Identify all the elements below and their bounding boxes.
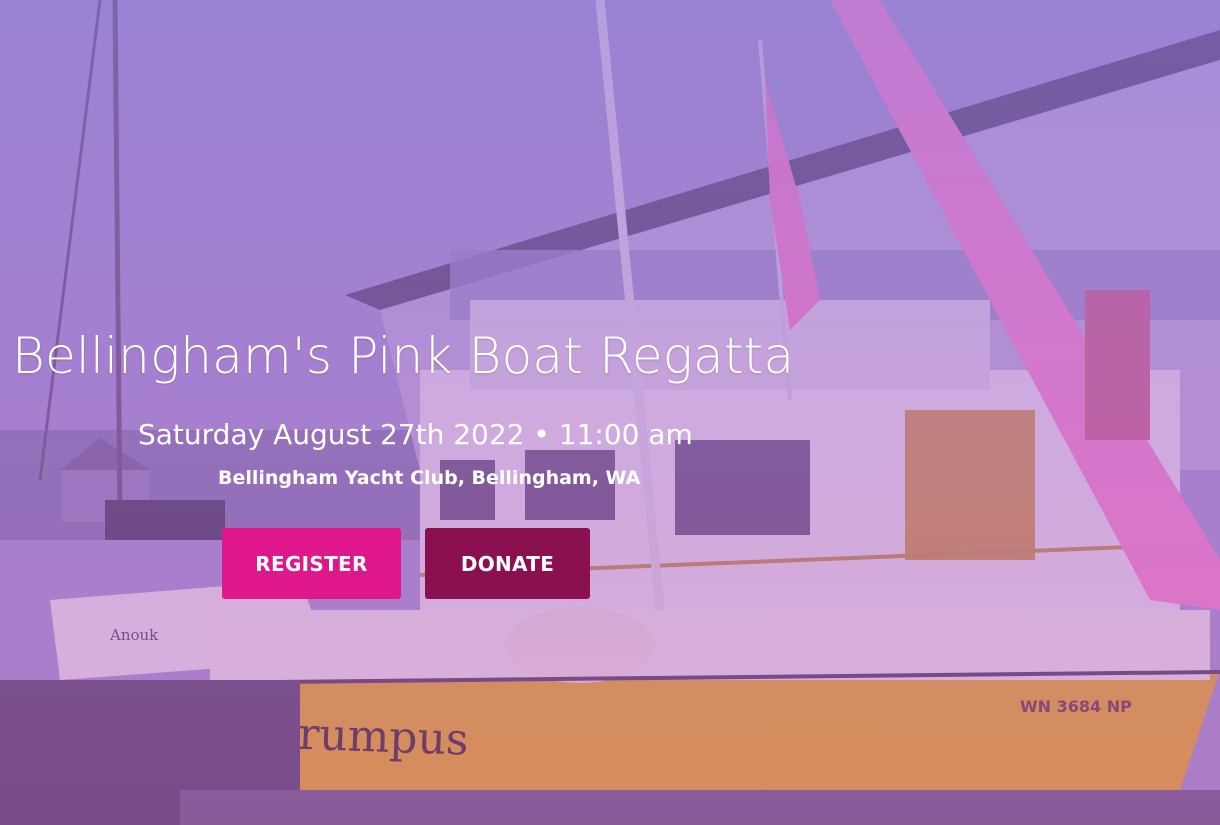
left-boat-cover <box>105 500 225 540</box>
stern-name-text: Anouk <box>109 626 159 644</box>
boat-number-text: WN 3684 NP <box>1020 697 1132 716</box>
page-title: Bellingham's Pink Boat Regatta <box>12 327 795 385</box>
register-button-label: REGISTER <box>255 551 368 576</box>
trawler-door <box>905 410 1035 560</box>
donate-button[interactable]: DONATE <box>425 528 590 599</box>
background-photo: wild rumpus WN 3684 NP Anouk <box>0 0 1220 825</box>
water-reflection <box>180 790 1220 825</box>
event-datetime: Saturday August 27th 2022 • 11:00 am <box>138 418 693 451</box>
us-flag <box>1085 290 1150 440</box>
event-venue: Bellingham Yacht Club, Bellingham, WA <box>218 467 641 489</box>
trawler-window-3 <box>675 440 810 535</box>
sail-bag <box>505 607 655 683</box>
donate-button-label: DONATE <box>460 551 555 576</box>
register-button[interactable]: REGISTER <box>222 528 401 599</box>
yellow-boat-deck <box>210 610 1210 680</box>
hero-section: wild rumpus WN 3684 NP Anouk Bellingham'… <box>0 0 1220 825</box>
